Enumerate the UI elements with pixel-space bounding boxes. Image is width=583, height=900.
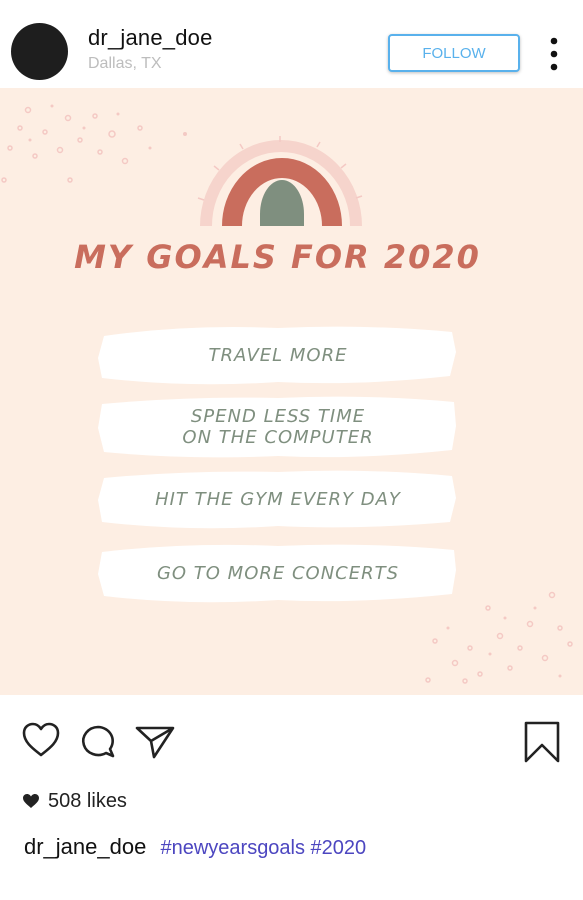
goal-text: TRAVEL MORE	[208, 344, 348, 366]
goal-text: HIT THE GYM EVERY DAY	[155, 488, 401, 510]
goals-title: MY GOALS FOR 2020	[74, 238, 481, 276]
goal-card-4: GO TO MORE CONCERTS	[98, 540, 458, 606]
speckles-bottom-right-dots	[446, 606, 562, 678]
likes-count: 508 likes	[48, 789, 127, 812]
goal-card-1: TRAVEL MORE	[98, 322, 458, 388]
caption-username[interactable]: dr_jane_doe	[24, 834, 146, 859]
heart-filled-icon	[23, 794, 39, 808]
speckles-top-left	[1, 106, 143, 183]
post-header: dr_jane_doe Dallas, TX FOLLOW	[0, 0, 583, 88]
comment-icon[interactable]	[80, 724, 116, 760]
speckles-top-left-dots	[28, 104, 187, 150]
caption-hashtags[interactable]: #newyearsgoals #2020	[160, 837, 366, 859]
post-caption: dr_jane_doe #newyearsgoals #2020	[24, 834, 366, 860]
goal-text: SPEND LESS TIME ON THE COMPUTER	[182, 406, 374, 448]
goal-card-3: HIT THE GYM EVERY DAY	[98, 466, 458, 532]
header-location[interactable]: Dallas, TX	[88, 55, 162, 73]
rainbow-illustration	[197, 136, 363, 227]
heart-icon[interactable]	[21, 722, 61, 758]
more-options-icon[interactable]	[544, 36, 564, 72]
likes-row[interactable]: 508 likes	[22, 788, 127, 814]
goal-text: GO TO MORE CONCERTS	[156, 562, 400, 584]
goal-card-2: SPEND LESS TIME ON THE COMPUTER	[98, 394, 458, 460]
header-username[interactable]: dr_jane_doe	[88, 25, 213, 51]
action-bar	[0, 700, 583, 800]
bookmark-icon[interactable]	[522, 720, 562, 764]
avatar[interactable]	[11, 23, 68, 80]
share-icon[interactable]	[134, 724, 176, 760]
follow-button[interactable]: FOLLOW	[388, 34, 520, 72]
speckles-bottom-right	[425, 591, 573, 684]
